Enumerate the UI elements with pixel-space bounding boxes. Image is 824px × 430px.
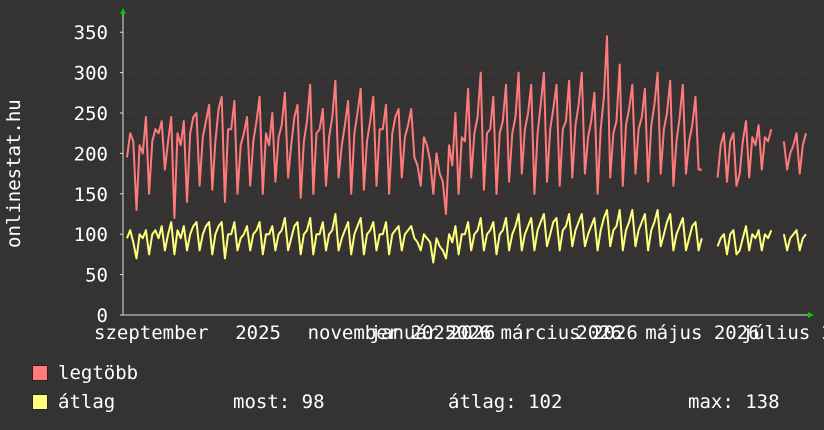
y-axis-ticks: 050100150200250300350 [74,22,123,327]
legend-label-avg: átlag [58,391,116,413]
y-tick-label: 350 [74,22,108,44]
y-tick-label: 250 [74,103,108,125]
stat-max: max: 138 [688,391,780,413]
stat-average: átlag: 102 [448,391,563,413]
x-tick-label: 2026 [576,322,622,344]
legend-swatch-avg [32,394,48,410]
legend-label-max: legtöbb [58,362,139,384]
x-tick-label: szeptember [94,322,208,344]
x-tick-label: július 2026 [742,322,824,344]
x-axis-ticks: szeptember 2025 november 2025január 202620… [94,322,824,344]
chart-series [126,35,807,264]
watermark-label: onlinestat.hu [3,99,25,248]
y-tick-label: 150 [74,184,108,206]
y-tick-label: 300 [74,63,108,85]
y-tick-label: 50 [85,265,108,287]
x-tick-label: 2025 [235,322,281,344]
stat-now: most: 98 [233,391,325,413]
y-tick-label: 200 [74,143,108,165]
legend-swatch-max [32,365,48,381]
chart-canvas: 050100150200250300350 szeptember 2025 nove… [3,8,824,344]
y-axis-arrow-icon [120,8,126,14]
x-tick-label: 2026 [445,322,491,344]
y-tick-label: 100 [74,224,108,246]
